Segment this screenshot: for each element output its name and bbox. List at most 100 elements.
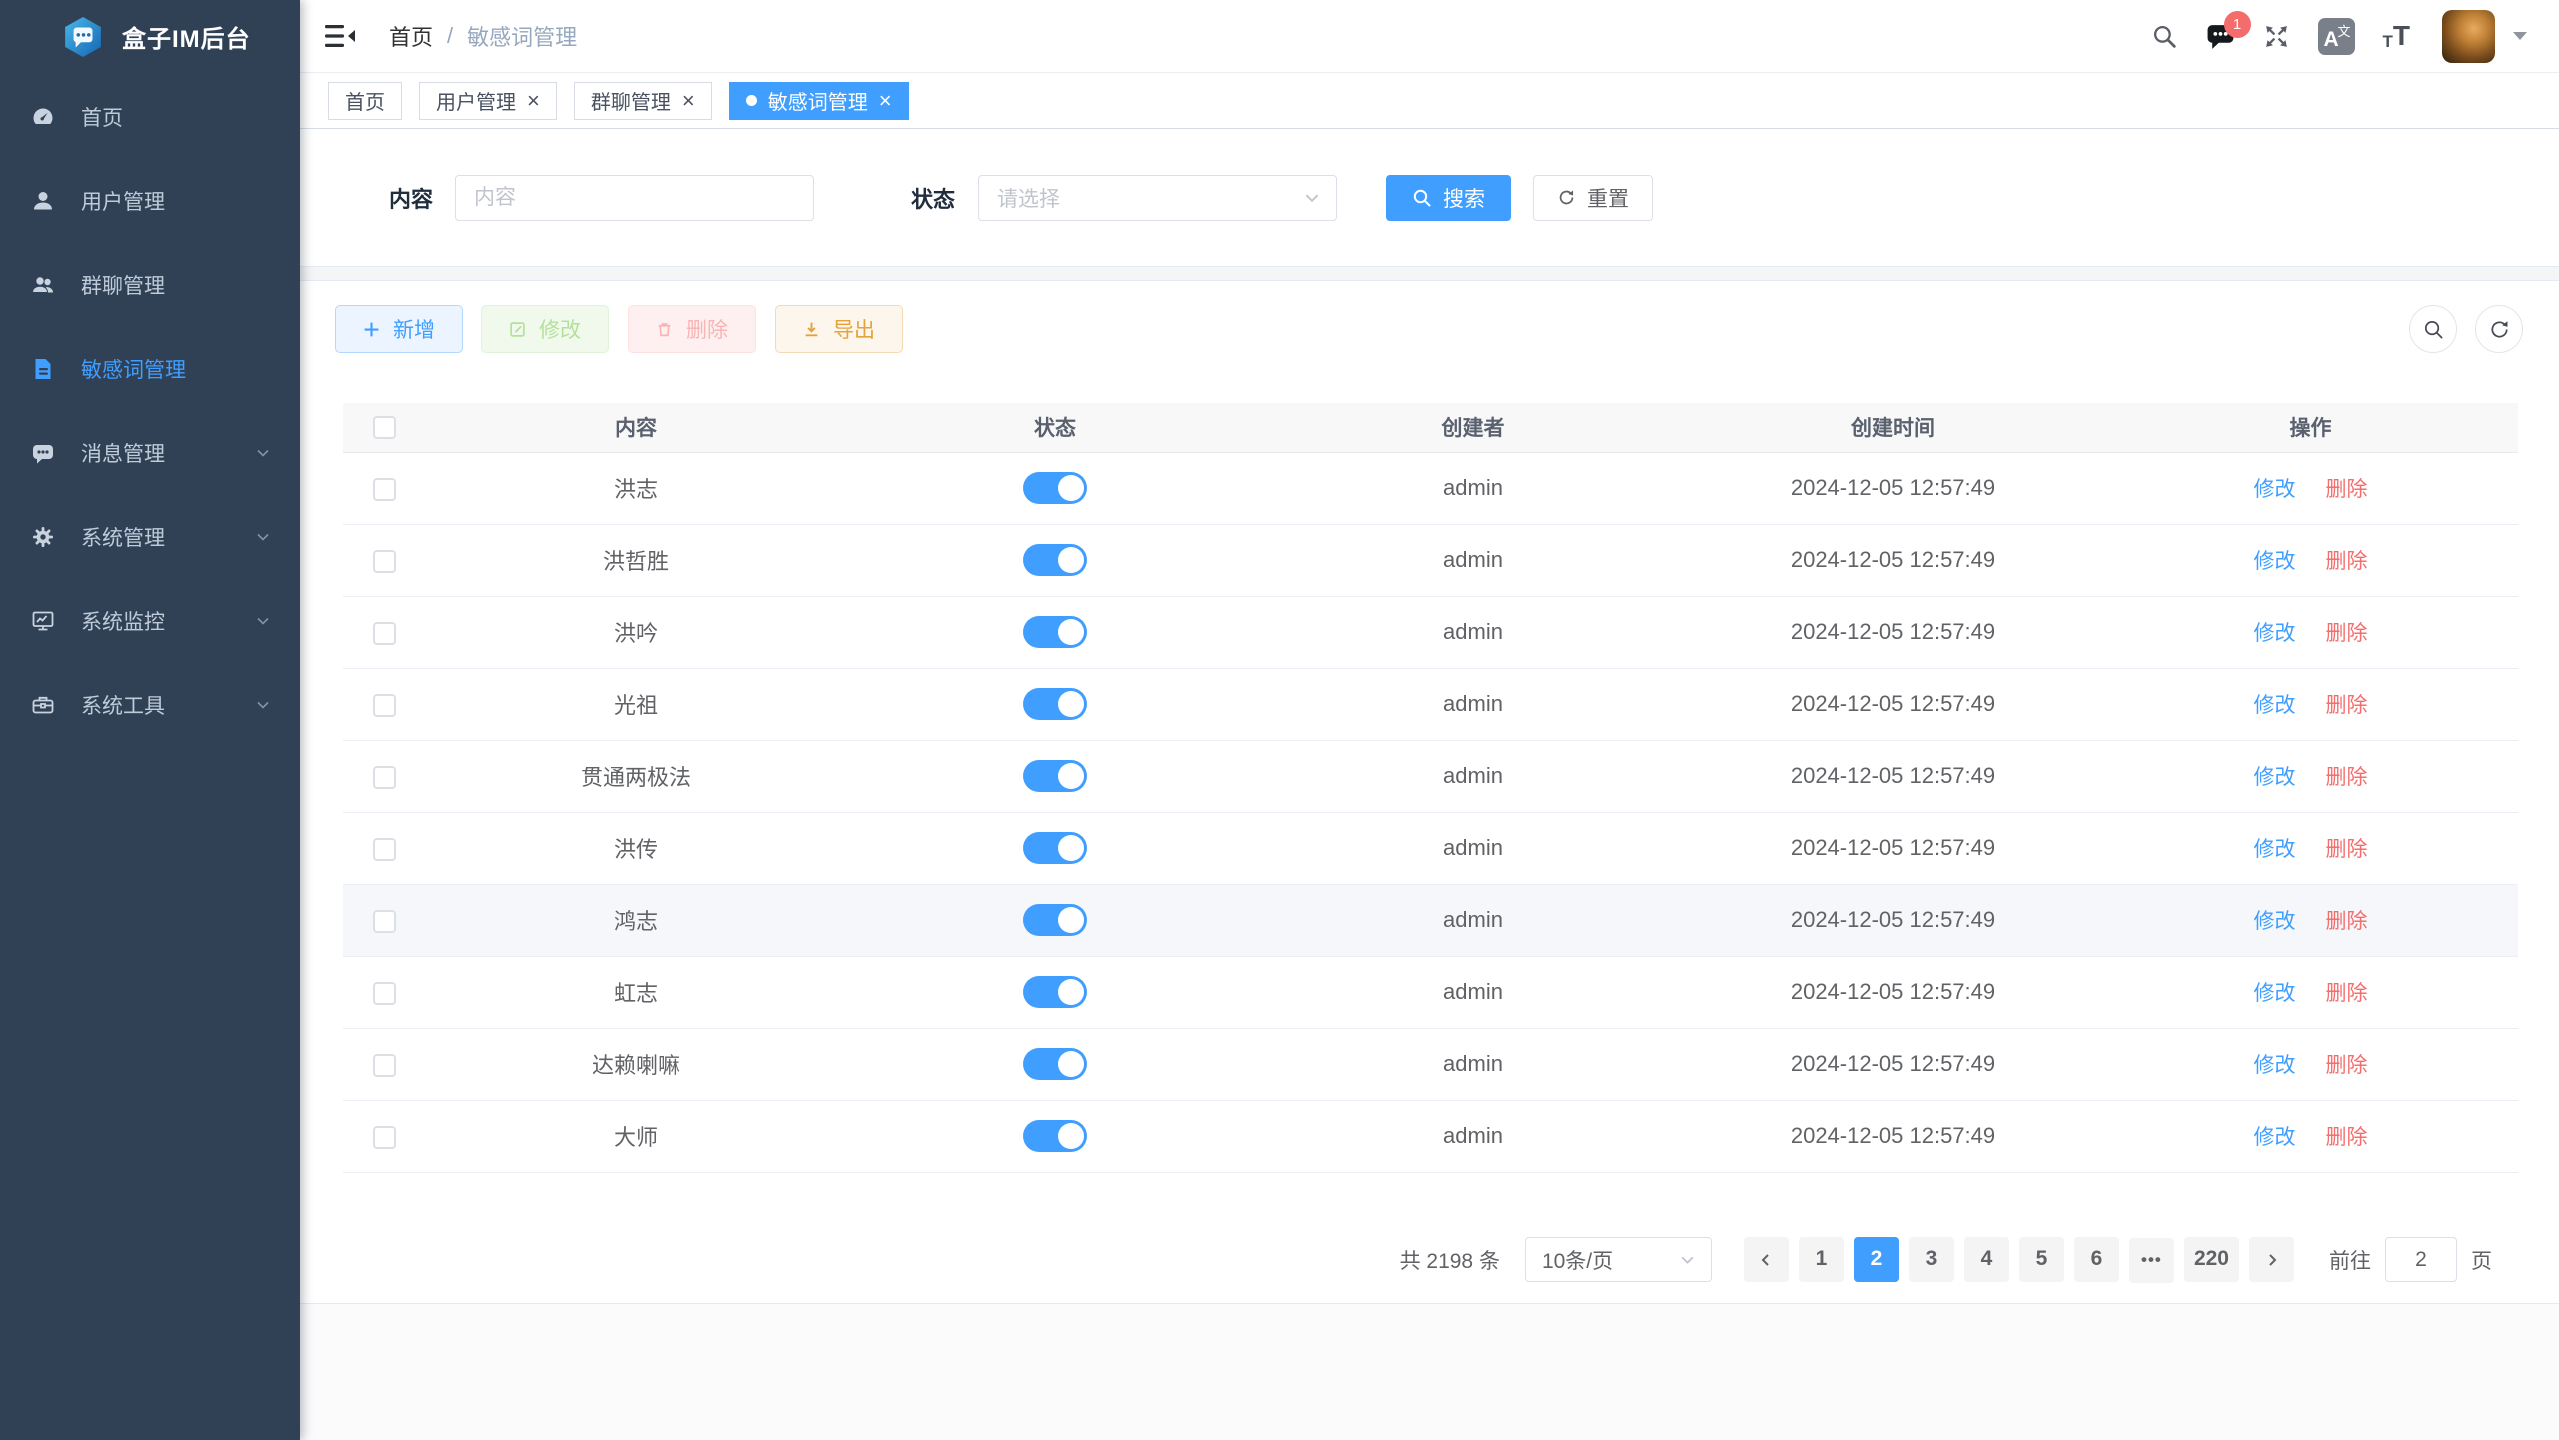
header-actions: 1	[2151, 10, 2528, 63]
page-button-220[interactable]: 220	[2184, 1237, 2239, 1282]
cell-content: 洪传	[425, 812, 847, 884]
page-button-6[interactable]: 6	[2074, 1237, 2119, 1282]
breadcrumb-home[interactable]: 首页	[389, 20, 433, 52]
page-button-3[interactable]: 3	[1909, 1237, 1954, 1282]
pager-next-button[interactable]	[2249, 1237, 2294, 1282]
header-search-button[interactable]	[2151, 23, 2178, 50]
edit-link[interactable]: 修改	[2254, 694, 2296, 717]
tab-group-management[interactable]: 群聊管理 ×	[574, 82, 712, 120]
row-checkbox[interactable]	[373, 766, 396, 789]
status-toggle[interactable]	[1023, 904, 1087, 936]
row-checkbox[interactable]	[373, 550, 396, 573]
close-icon[interactable]: ×	[879, 90, 892, 112]
page-button-4[interactable]: 4	[1964, 1237, 2009, 1282]
cell-created-at: 2024-12-05 12:57:49	[1683, 884, 2103, 956]
sidebar-item-users[interactable]: 用户管理	[0, 159, 300, 243]
sidebar-item-home[interactable]: 首页	[0, 75, 300, 159]
search-button[interactable]: 搜索	[1386, 175, 1511, 221]
user-menu[interactable]	[2442, 10, 2527, 63]
avatar[interactable]	[2442, 10, 2495, 63]
chevron-down-icon	[254, 528, 272, 546]
status-toggle[interactable]	[1023, 976, 1087, 1008]
tab-home[interactable]: 首页	[328, 82, 402, 120]
add-button[interactable]: 新增	[335, 305, 463, 353]
row-checkbox[interactable]	[373, 694, 396, 717]
delete-link[interactable]: 删除	[2326, 1054, 2368, 1077]
delete-link[interactable]: 删除	[2326, 550, 2368, 573]
content-input[interactable]	[455, 175, 814, 221]
sidebar-item-system-admin[interactable]: 系统管理	[0, 495, 300, 579]
close-icon[interactable]: ×	[527, 90, 540, 112]
sidebar-collapse-icon[interactable]	[325, 23, 355, 49]
row-checkbox[interactable]	[373, 838, 396, 861]
sidebar-item-groups[interactable]: 群聊管理	[0, 243, 300, 327]
data-table: 内容 状态 创建者 创建时间 操作 洪志 admin 2024-12-05 12…	[343, 403, 2516, 1173]
edit-link[interactable]: 修改	[2254, 1126, 2296, 1149]
sidebar-item-messages[interactable]: 消息管理	[0, 411, 300, 495]
delete-button-label: 删除	[686, 314, 728, 344]
status-toggle[interactable]	[1023, 688, 1087, 720]
font-size-button[interactable]: TT	[2383, 22, 2411, 50]
delete-button[interactable]: 删除	[628, 305, 756, 353]
pager-prev-button[interactable]	[1744, 1237, 1789, 1282]
edit-button[interactable]: 修改	[481, 305, 609, 353]
delete-link[interactable]: 删除	[2326, 766, 2368, 789]
edit-link[interactable]: 修改	[2254, 1054, 2296, 1077]
document-icon	[30, 356, 56, 382]
language-switch-button[interactable]: A 文	[2318, 18, 2355, 55]
status-toggle[interactable]	[1023, 1120, 1087, 1152]
edit-link[interactable]: 修改	[2254, 910, 2296, 933]
edit-link[interactable]: 修改	[2254, 982, 2296, 1005]
goto-page-input[interactable]	[2385, 1237, 2457, 1282]
sidebar-item-system-tools[interactable]: 系统工具	[0, 663, 300, 747]
page-button-5[interactable]: 5	[2019, 1237, 2064, 1282]
edit-link[interactable]: 修改	[2254, 766, 2296, 789]
font-size-icon: TT	[2383, 22, 2411, 50]
page-size-select[interactable]: 10条/页	[1525, 1237, 1712, 1282]
delete-link[interactable]: 删除	[2326, 478, 2368, 501]
status-toggle[interactable]	[1023, 1048, 1087, 1080]
sidebar-item-system-monitor[interactable]: 系统监控	[0, 579, 300, 663]
edit-link[interactable]: 修改	[2254, 550, 2296, 573]
sidebar-item-sensitive-words[interactable]: 敏感词管理	[0, 327, 300, 411]
status-toggle[interactable]	[1023, 472, 1087, 504]
refresh-button[interactable]	[2475, 305, 2523, 353]
reset-button[interactable]: 重置	[1533, 175, 1653, 221]
row-checkbox[interactable]	[373, 622, 396, 645]
row-checkbox[interactable]	[373, 1126, 396, 1149]
header-messages-button[interactable]: 1	[2206, 23, 2235, 50]
close-icon[interactable]: ×	[682, 90, 695, 112]
status-toggle[interactable]	[1023, 832, 1087, 864]
sidebar-item-label: 用户管理	[81, 186, 165, 216]
trash-icon	[656, 321, 673, 338]
delete-link[interactable]: 删除	[2326, 1126, 2368, 1149]
delete-link[interactable]: 删除	[2326, 694, 2368, 717]
row-checkbox[interactable]	[373, 982, 396, 1005]
row-checkbox[interactable]	[373, 1054, 396, 1077]
pager-ellipsis[interactable]: •••	[2129, 1238, 2174, 1283]
tab-label: 首页	[345, 86, 385, 115]
delete-link[interactable]: 删除	[2326, 622, 2368, 645]
delete-link[interactable]: 删除	[2326, 910, 2368, 933]
reset-button-label: 重置	[1587, 183, 1629, 213]
fullscreen-button[interactable]	[2263, 23, 2290, 50]
edit-link[interactable]: 修改	[2254, 838, 2296, 861]
delete-link[interactable]: 删除	[2326, 982, 2368, 1005]
status-toggle[interactable]	[1023, 616, 1087, 648]
edit-link[interactable]: 修改	[2254, 622, 2296, 645]
row-checkbox[interactable]	[373, 478, 396, 501]
delete-link[interactable]: 删除	[2326, 838, 2368, 861]
status-select[interactable]: 请选择	[978, 175, 1337, 221]
select-all-checkbox[interactable]	[373, 416, 396, 439]
status-toggle[interactable]	[1023, 544, 1087, 576]
tab-user-management[interactable]: 用户管理 ×	[419, 82, 557, 120]
edit-link[interactable]: 修改	[2254, 478, 2296, 501]
page-button-2[interactable]: 2	[1854, 1237, 1899, 1282]
status-toggle[interactable]	[1023, 760, 1087, 792]
show-search-button[interactable]	[2409, 305, 2457, 353]
tab-sensitive-words[interactable]: 敏感词管理 ×	[729, 82, 909, 120]
export-button[interactable]: 导出	[775, 305, 903, 353]
row-checkbox[interactable]	[373, 910, 396, 933]
status-select-placeholder: 请选择	[997, 183, 1060, 213]
page-button-1[interactable]: 1	[1799, 1237, 1844, 1282]
